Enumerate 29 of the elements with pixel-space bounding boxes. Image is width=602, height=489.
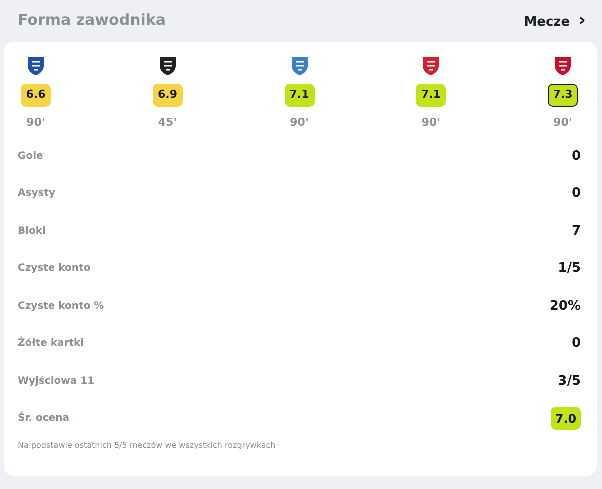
rating-badge: 7.0 — [551, 407, 581, 430]
stat-label: Gole — [18, 150, 44, 164]
minutes-played: 90' — [554, 115, 572, 131]
rating-badge: 7.3 — [548, 84, 578, 107]
stat-value: 0 — [572, 335, 581, 353]
section-title: Forma zawodnika — [18, 10, 166, 31]
minutes-played: 90' — [422, 115, 441, 131]
stat-value: 0 — [572, 148, 581, 166]
minutes-played: 90' — [290, 115, 309, 131]
stat-label: Wyjściowa 11 — [18, 374, 95, 389]
stat-label: Asysty — [18, 187, 56, 202]
stat-label: Czyste konto — [18, 262, 91, 276]
stat-label: Śr. ocena — [18, 411, 70, 426]
minutes-played: 90' — [26, 115, 46, 131]
stat-value: 0 — [572, 185, 581, 203]
stat-label: Bloki — [18, 224, 46, 239]
stat-label: Żółte kartki — [18, 336, 84, 352]
stat-label: Czyste konto % — [18, 300, 104, 314]
stat-value: 20% — [550, 298, 581, 316]
footnote: Na podstawie ostatnich 5/5 meczów we wszystkich rozgrywkach — [18, 440, 277, 452]
matches-link[interactable]: Mecze › — [524, 6, 586, 34]
rating-badge: 6.6 — [21, 84, 51, 107]
stat-value: 3/5 — [558, 372, 581, 390]
rating-badge: 7.1 — [284, 84, 314, 107]
stat-value: 1/5 — [558, 260, 581, 278]
rating-badge: 6.9 — [152, 84, 183, 107]
stat-value: 7 — [572, 222, 581, 240]
rating-badge: 7.1 — [416, 84, 446, 107]
minutes-played: 45' — [158, 115, 178, 131]
